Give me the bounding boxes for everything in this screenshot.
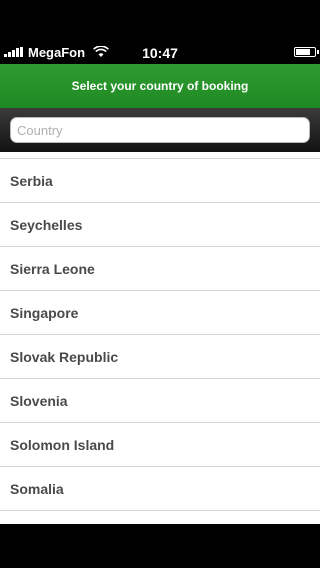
country-list-item[interactable]: Solomon Island [0,423,320,467]
country-list-item[interactable]: Somalia [0,467,320,511]
country-list: Serbia Seychelles Sierra Leone Singapore… [0,152,320,524]
list-top-divider [0,152,320,159]
status-bar: MegaFon 10:47 [0,0,320,64]
clock: 10:47 [142,45,178,61]
country-search-input[interactable] [10,117,310,143]
country-list-item[interactable]: Serbia [0,159,320,203]
country-list-item[interactable]: Seychelles [0,203,320,247]
battery-icon [294,47,319,57]
country-list-item[interactable]: Slovak Republic [0,335,320,379]
bottom-bar [0,524,320,568]
country-list-item[interactable]: Singapore [0,291,320,335]
country-list-item[interactable]: Slovenia [0,379,320,423]
country-list-item[interactable]: Sierra Leone [0,247,320,291]
page-title: Select your country of booking [71,79,249,93]
nav-header: Select your country of booking [0,64,320,108]
search-bar [0,108,320,152]
